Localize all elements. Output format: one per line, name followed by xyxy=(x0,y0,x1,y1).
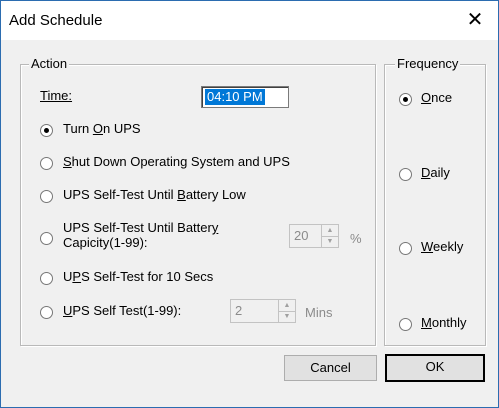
radio-button[interactable] xyxy=(40,124,53,137)
radio-label: Monthly xyxy=(421,315,467,330)
radio-label: UPS Self-Test Until Battery Low xyxy=(63,187,246,202)
radio-button[interactable] xyxy=(40,190,53,203)
ok-button[interactable]: OK xyxy=(385,354,485,382)
radio-button[interactable] xyxy=(40,306,53,319)
radio-label: Shut Down Operating System and UPS xyxy=(63,154,290,169)
self-test-minutes-unit: Mins xyxy=(305,305,333,320)
time-label: Time: xyxy=(40,88,73,103)
radio-button[interactable] xyxy=(40,232,53,245)
self-test-minutes-value: 2 xyxy=(235,303,243,318)
self-test-minutes-stepper[interactable]: 2 ▲ ▼ xyxy=(230,299,296,323)
radio-label: Turn On UPS xyxy=(63,121,141,136)
frequency-group: Frequency xyxy=(384,56,486,346)
radio-button[interactable] xyxy=(40,157,53,170)
stepper-buttons: ▲ ▼ xyxy=(278,300,295,322)
time-input[interactable]: 04:10 PM xyxy=(201,86,289,108)
close-icon[interactable]: ✕ xyxy=(452,1,498,40)
action-legend: Action xyxy=(29,56,70,71)
radio-button[interactable] xyxy=(40,272,53,285)
radio-button[interactable] xyxy=(399,318,412,331)
radio-label-line2: Capicity(1-99): xyxy=(63,235,148,250)
radio-button[interactable] xyxy=(399,93,412,106)
radio-label: UPS Self-Test Until Battery xyxy=(63,220,219,235)
stepper-down-icon[interactable]: ▼ xyxy=(279,311,295,322)
capacity-value: 20 xyxy=(294,228,309,243)
dialog-title: Add Schedule xyxy=(9,12,103,29)
radio-label: Daily xyxy=(421,165,450,180)
frequency-legend: Frequency xyxy=(395,56,461,71)
add-schedule-dialog: Add Schedule ✕ Action Time: 04:10 PM Tur… xyxy=(0,0,499,408)
radio-button[interactable] xyxy=(399,168,412,181)
radio-label: UPS Self-Test for 10 Secs xyxy=(63,269,214,284)
capacity-unit: % xyxy=(350,231,362,246)
radio-label: UPS Self Test(1-99): xyxy=(63,303,182,318)
radio-label: Weekly xyxy=(421,239,464,254)
capacity-stepper[interactable]: 20 ▲ ▼ xyxy=(289,224,339,248)
stepper-down-icon[interactable]: ▼ xyxy=(322,236,338,247)
title-bar: Add Schedule ✕ xyxy=(1,1,498,40)
cancel-button[interactable]: Cancel xyxy=(284,355,377,381)
time-value: 04:10 PM xyxy=(205,89,265,105)
stepper-buttons: ▲ ▼ xyxy=(321,225,338,247)
radio-label: Once xyxy=(421,90,453,105)
radio-button[interactable] xyxy=(399,242,412,255)
